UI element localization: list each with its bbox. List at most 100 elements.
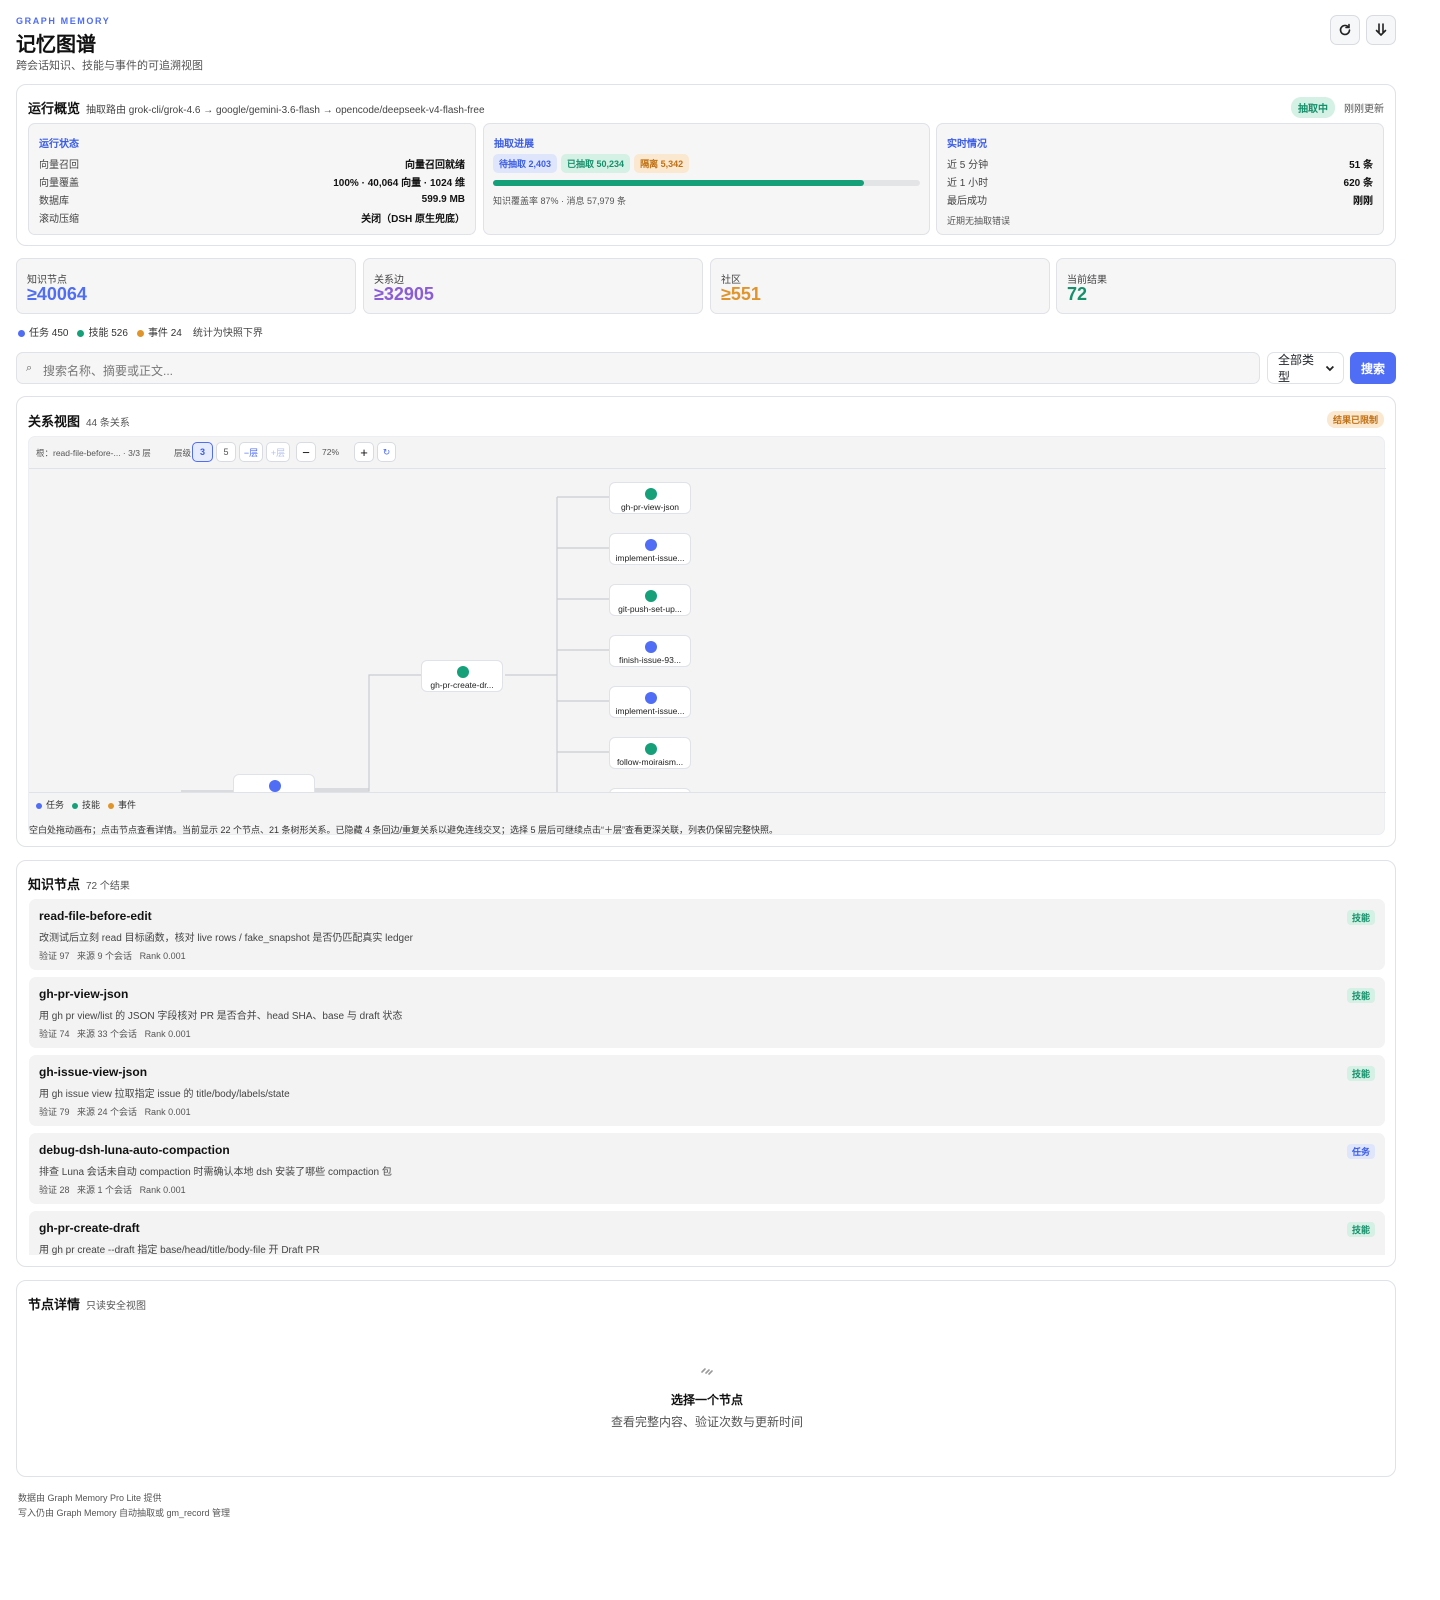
graph-area: 根：read-file-before-... · 3/3 层 层级 3 5 −层… [28,436,1386,835]
type-badge: 技能 [1346,1222,1375,1237]
run-state-title: 运行状态 [39,139,79,150]
zoom-in-button[interactable]: + [354,442,374,462]
legend-event: 事件 [108,798,136,811]
kv-row: 数据库 599.9 MB [39,190,465,208]
list-item[interactable]: debug-dsh-luna-auto-compaction 排查 Luna 会… [29,1133,1385,1204]
kv-value: 向量召回就绪 [405,159,465,171]
results-list: read-file-before-edit 改测试后立刻 read 目标函数，核… [17,899,1395,1255]
stat-communities: 社区 ≥551 [710,258,1050,314]
minus-layer-button[interactable]: −层 [239,442,263,462]
graph-node-leaf[interactable]: finish-issue-93... [609,635,691,667]
footer-provider: 数据由 Graph Memory Pro Lite 提供 [18,1493,162,1503]
search-button[interactable]: 搜索 [1350,352,1396,384]
kv-value: 100% · 40,064 向量 · 1024 维 [333,177,465,189]
pending-pill: 待抽取 2,403 [493,154,558,173]
node-dot-icon [645,488,657,500]
download-button[interactable] [1366,15,1396,45]
node-label: finish-issue-93... [619,655,681,665]
search-placeholder: 搜索名称、摘要或正文... [43,364,174,378]
kv-key: 滚动压缩 [39,213,79,225]
depth-3-button[interactable]: 3 [192,442,213,462]
graph-node-mid[interactable]: gh-pr-create-dr... [421,660,503,692]
search-input[interactable]: ⌕ 搜索名称、摘要或正文... [16,352,1260,384]
kv-value: 51 条 [1349,159,1373,171]
result-title: read-file-before-edit [39,909,152,923]
empty-description: 查看完整内容、验证次数与更新时间 [610,1415,803,1429]
result-title: debug-dsh-luna-auto-compaction [39,1143,230,1157]
node-dot-icon [645,539,657,551]
depth-5-button[interactable]: 5 [216,442,236,462]
result-title: gh-issue-view-json [39,1065,148,1079]
list-item[interactable]: gh-issue-view-json 用 gh issue view 拉取指定 … [29,1055,1385,1126]
graph-canvas[interactable]: gh-pr-create-dr... gh-pr-view-json imple… [29,468,1386,793]
result-summary: 改测试后立刻 read 目标函数，核对 live rows / fake_sna… [39,933,413,944]
node-label: implement-issue... [615,553,685,563]
graph-count: 44 条关系 [86,418,130,429]
progress-panel: 抽取进展 待抽取 2,403 已抽取 50,234 隔离 5,342 知识覆盖率… [483,123,930,235]
result-meta: 验证 79 来源 24 个会话 Rank 0.001 [39,1107,191,1117]
refresh-button[interactable] [1330,15,1360,45]
kv-value: 关闭（DSH 原生兜底） [361,213,465,225]
result-summary: 用 gh issue view 拉取指定 issue 的 title/body/… [39,1089,290,1100]
status-badge: 抽取中 [1291,97,1335,118]
overview-card: 运行概览 抽取路由 grok-cli/grok-4.6 → google/gem… [16,84,1396,246]
count-note: 统计为快照下界 [192,328,263,339]
type-counts: 任务 450 技能 526 事件 24 统计为快照下界 [18,324,263,339]
graph-node-leaf[interactable]: implement-issue... [609,533,691,565]
node-dot-icon [645,590,657,602]
result-title: gh-pr-view-json [39,987,129,1001]
stat-communities-value: ≥551 [721,284,761,304]
kv-row: 近 1 小时 620 条 [947,172,1373,190]
list-item[interactable]: gh-pr-view-json 用 gh pr view/list 的 JSON… [29,977,1385,1048]
graph-node-root[interactable] [233,774,315,792]
kv-value: 刚刚 [1353,195,1373,207]
kv-row: 向量覆盖 100% · 40,064 向量 · 1024 维 [39,172,465,190]
list-item[interactable]: read-file-before-edit 改测试后立刻 read 目标函数，核… [29,899,1385,970]
realtime-note: 近期无抽取错误 [947,216,1011,226]
node-label: implement-issue... [615,706,685,716]
graph-node-leaf[interactable]: git-push-set-up... [609,584,691,616]
result-title: gh-pr-create-draft [39,1221,140,1235]
result-summary: 排查 Luna 会话未自动 compaction 时需确认本地 dsh 安装了哪… [39,1167,392,1178]
eyebrow: GRAPH MEMORY [16,16,111,26]
count-event: 事件 24 [136,324,182,339]
kv-key: 最后成功 [947,195,987,207]
result-meta: 验证 28 来源 1 个会话 Rank 0.001 [39,1185,186,1195]
chevron-down-icon [1326,365,1335,372]
count-skill: 技能 526 [77,324,128,339]
realtime-panel: 实时情况 近 5 分钟 51 条近 1 小时 620 条最后成功 刚刚 近期无抽取错误 [936,123,1384,235]
graph-root: 根：read-file-before-... · 3/3 层 [36,448,151,458]
kv-row: 向量召回 向量召回就绪 [39,154,465,172]
realtime-rows: 近 5 分钟 51 条近 1 小时 620 条最后成功 刚刚 [947,154,1373,208]
isolated-pill: 隔离 5,342 [634,154,690,173]
stat-edges-value: ≥32905 [374,284,434,304]
node-dot-icon [645,743,657,755]
graph-node-leaf[interactable]: follow-moiraism... [609,737,691,769]
type-select-value: 全部类型 [1278,353,1315,384]
graph-node-leaf[interactable] [609,788,691,792]
node-dot-icon [457,666,469,678]
results-card: 知识节点 72 个结果 read-file-before-edit 改测试后立刻… [16,860,1396,1267]
graph-node-leaf[interactable]: gh-pr-view-json [609,482,691,514]
progress-pills: 待抽取 2,403 已抽取 50,234 隔离 5,342 [493,154,690,173]
skill-dot-icon [72,802,79,809]
zoom-out-button[interactable]: − [296,442,316,462]
kv-row: 近 5 分钟 51 条 [947,154,1373,172]
plus-layer-button[interactable]: +层 [266,442,290,462]
type-badge: 技能 [1346,910,1375,925]
reset-view-button[interactable]: ↻ [377,442,396,462]
type-select[interactable]: 全部类型 [1267,352,1344,384]
result-summary: 用 gh pr create --draft 指定 base/head/titl… [39,1245,320,1255]
list-item[interactable]: gh-pr-create-draft 用 gh pr create --draf… [29,1211,1385,1255]
progress-track [493,180,920,186]
node-label: gh-pr-create-dr... [430,680,494,690]
refresh-icon [1339,23,1351,36]
result-meta: 验证 97 来源 9 个会话 Rank 0.001 [39,951,186,961]
detail-card: 节点详情 只读安全视图 选择一个节点 查看完整内容、验证次数与更新时间 [16,1280,1396,1477]
graph-node-leaf[interactable]: implement-issue... [609,686,691,718]
kv-key: 向量覆盖 [39,177,79,189]
run-state-panel: 运行状态 向量召回 向量召回就绪向量覆盖 100% · 40,064 向量 · 10… [28,123,476,235]
link-icon [699,1363,715,1379]
search-icon: ⌕ [26,362,33,374]
stat-nodes-value: ≥40064 [27,284,87,304]
